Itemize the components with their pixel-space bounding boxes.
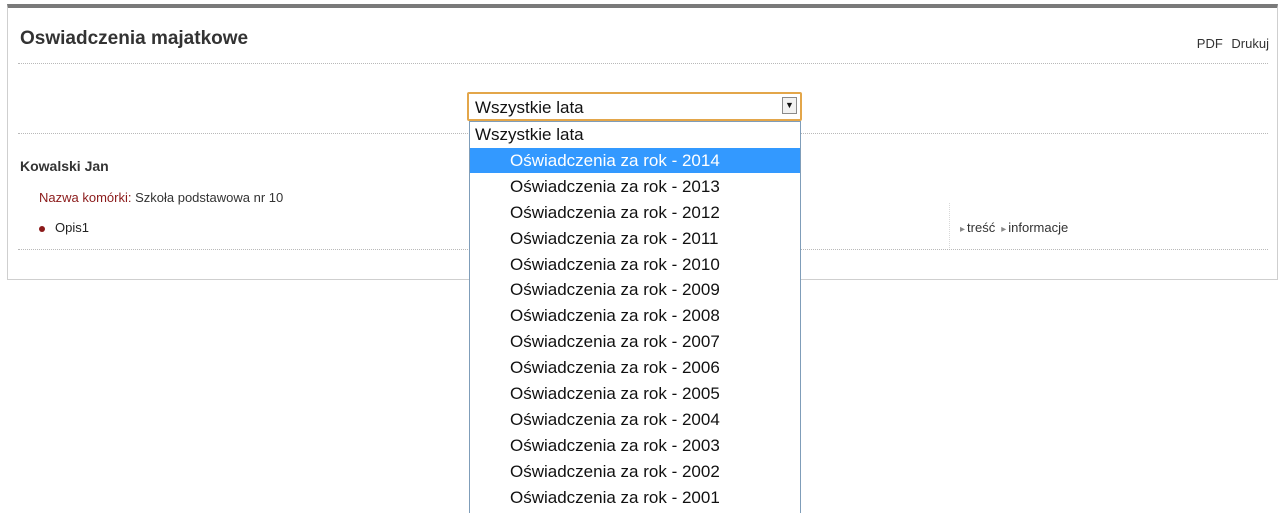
dropdown-option[interactable]: Oświadczenia za rok - 2013 xyxy=(470,174,800,199)
dropdown-option[interactable]: Oświadczenia za rok - 2001 xyxy=(470,485,800,510)
chevron-down-icon[interactable]: ▼ xyxy=(782,97,797,114)
dropdown-option[interactable]: Oświadczenia za rok - 2010 xyxy=(470,252,800,277)
divider xyxy=(18,63,1268,64)
chevron-right-icon: ▸ xyxy=(1001,224,1007,235)
unit-line: Nazwa komórki: Szkoła podstawowa nr 10 xyxy=(39,190,283,205)
print-link[interactable]: Drukuj xyxy=(1231,36,1269,51)
year-select-options: Wszystkie lata Oświadczenia za rok - 2014… xyxy=(469,121,801,513)
unit-label: Nazwa komórki: xyxy=(39,190,132,205)
dropdown-option[interactable]: Oświadczenia za rok - 2005 xyxy=(470,381,800,406)
dropdown-option[interactable]: Oświadczenia za rok - 2012 xyxy=(470,200,800,225)
pdf-link[interactable]: PDF xyxy=(1197,36,1223,51)
dropdown-option[interactable]: Wszystkie lata xyxy=(470,122,800,147)
content-link[interactable]: ▸ treść xyxy=(960,220,995,235)
column-separator xyxy=(949,203,950,248)
dropdown-option[interactable]: Oświadczenia za rok - 2009 xyxy=(470,277,800,302)
dropdown-option[interactable]: Oświadczenia za rok - 2011 xyxy=(470,226,800,251)
bullet-icon xyxy=(39,225,45,232)
page-title: Oswiadczenia majatkowe xyxy=(20,28,249,49)
year-select[interactable]: Wszystkie lata ▼ xyxy=(467,92,802,121)
unit-value: Szkoła podstawowa nr 10 xyxy=(135,190,284,205)
list-item: Opis1 xyxy=(39,220,89,235)
item-links: ▸ treść ▸ informacje xyxy=(960,220,1074,235)
dropdown-option[interactable]: Oświadczenia za rok - 2007 xyxy=(470,329,800,354)
dropdown-option[interactable]: Oświadczenia za rok - 2002 xyxy=(470,459,800,484)
dropdown-option[interactable]: Oświadczenia za rok - 2006 xyxy=(470,355,800,380)
info-link[interactable]: ▸ informacje xyxy=(1001,220,1068,235)
dropdown-option[interactable]: Oświadczenia za rok - 2003 xyxy=(470,433,800,458)
chevron-right-icon: ▸ xyxy=(960,224,966,235)
dropdown-option[interactable]: Oświadczenia za rok - 2008 xyxy=(470,303,800,328)
year-select-value: Wszystkie lata xyxy=(475,98,584,117)
dropdown-option[interactable]: Oświadczenia za rok - 2004 xyxy=(470,407,800,432)
page-actions: PDF Drukuj xyxy=(1192,36,1269,51)
dropdown-option[interactable]: Oświadczenia za rok - 2014 xyxy=(470,147,800,173)
person-name: Kowalski Jan xyxy=(20,158,109,174)
item-label[interactable]: Opis1 xyxy=(55,220,89,235)
